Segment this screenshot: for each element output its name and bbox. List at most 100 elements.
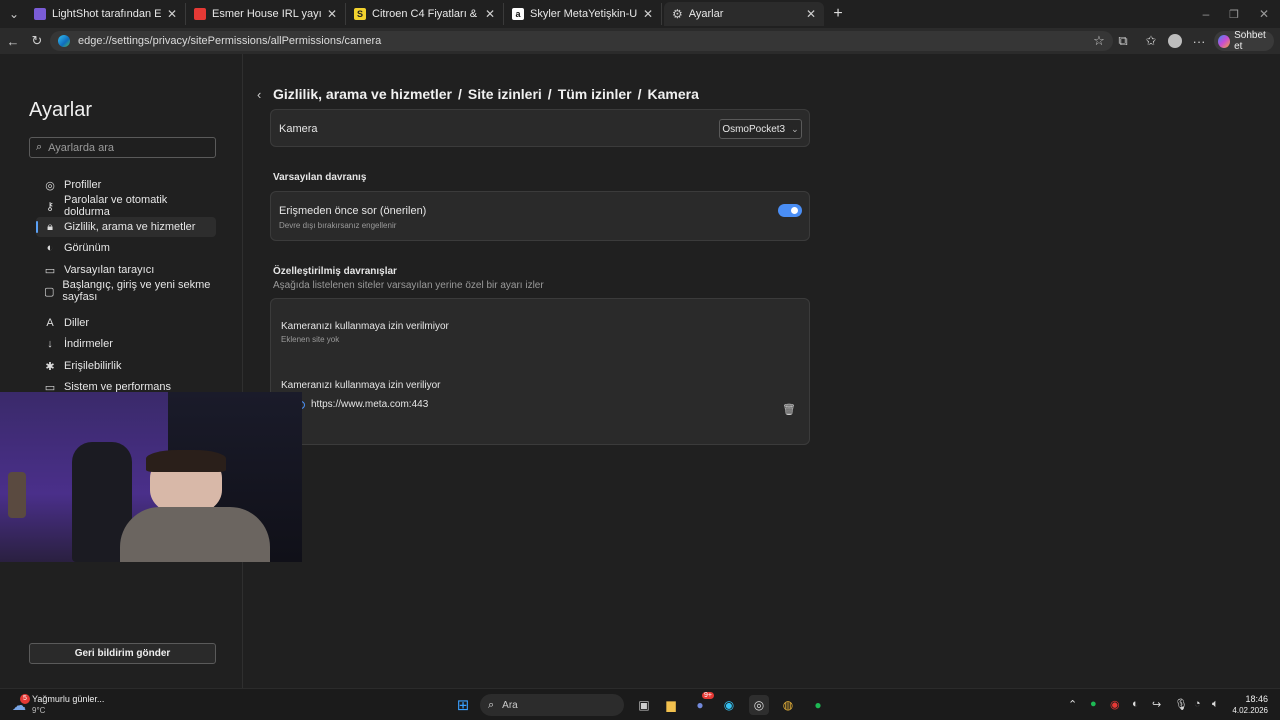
delete-trash-icon[interactable]: 🗑︎ — [782, 403, 796, 416]
browser-icon: ▭ — [44, 264, 56, 277]
tab-skyler[interactable]: a Skyler MetaYetişkin-Unisex Güneş ✕ — [504, 3, 662, 25]
close-tab-icon[interactable]: ✕ — [806, 7, 816, 21]
tab-label: Skyler MetaYetişkin-Unisex Güneş — [530, 8, 637, 20]
sidebar-item-languages[interactable]: A Diller — [36, 313, 216, 333]
tab-label: Ayarlar — [688, 8, 724, 20]
ask-before-access-label: Erişmeden önce sor (önerilen) — [279, 205, 427, 217]
tray-app-icon[interactable]: ● — [1090, 698, 1097, 710]
start-windows-icon[interactable]: ⊞ — [453, 695, 473, 715]
sidebar-item-privacy[interactable]: 🔒︎ Gizlilik, arama ve hizmetler — [36, 217, 216, 237]
close-tab-icon[interactable]: ✕ — [643, 7, 653, 21]
favorite-star-icon[interactable]: ☆ — [1090, 32, 1108, 50]
copilot-label: Sohbet et — [1234, 30, 1266, 52]
search-icon: ⌕ — [488, 698, 495, 711]
sidebar-item-downloads[interactable]: ↓ İndirmeler — [36, 334, 216, 354]
volume-icon[interactable]: 🔈︎ — [1212, 698, 1219, 711]
back-chevron-icon[interactable]: ‹ — [257, 87, 261, 102]
tray-share-icon[interactable]: ↪ — [1152, 698, 1161, 711]
settings-sidebar: Ayarlar ⌕ Ayarlarda ara ◎ Profiller ⚷ Paro… — [0, 54, 243, 688]
selected-indicator — [36, 221, 38, 233]
breadcrumb-site-permissions[interactable]: Site izinleri — [468, 86, 542, 102]
breadcrumb-separator: / — [547, 86, 552, 102]
close-tab-icon[interactable]: ✕ — [485, 7, 495, 21]
sidebar-item-profiles[interactable]: ◎ Profiller — [36, 175, 216, 195]
ask-before-access-description: Devre dışı bırakırsanız engellenir — [279, 221, 397, 230]
new-tab-plus-icon[interactable]: + — [828, 4, 848, 24]
tab-actions-chevron-icon[interactable]: ⌄ — [4, 4, 24, 24]
blocked-empty-text: Eklenen site yok — [281, 335, 340, 344]
copilot-icon — [1218, 34, 1231, 48]
camera-device-card: Kamera OsmoPocket3 ⌄ — [270, 109, 810, 147]
tray-steam-icon[interactable]: ◐ — [1132, 698, 1139, 710]
breadcrumb: Gizlilik, arama ve hizmetler / Site izin… — [273, 86, 699, 102]
clock-date: 4.02.2026 — [1232, 706, 1268, 715]
task-view-icon[interactable]: ▣ — [634, 695, 654, 715]
more-menu-icon[interactable]: ··· — [1190, 32, 1208, 50]
profile-avatar-icon[interactable] — [1166, 32, 1184, 50]
file-explorer-icon[interactable]: ▆ — [661, 695, 681, 715]
breadcrumb-separator: / — [457, 86, 462, 102]
back-arrow-icon[interactable]: ← — [4, 32, 22, 50]
url-text: edge://settings/privacy/sitePermissions/… — [78, 35, 382, 47]
sidebar-item-label: Görünüm — [64, 242, 110, 254]
minimize-icon[interactable]: – — [1196, 4, 1216, 24]
sidebar-item-label: Gizlilik, arama ve hizmetler — [64, 221, 196, 233]
discord-icon[interactable]: ● 9+ — [690, 692, 714, 715]
url-field[interactable]: edge://settings/privacy/sitePermissions/… — [50, 31, 1113, 51]
sahibinden-favicon-icon: S — [354, 8, 366, 20]
language-icon: A — [46, 317, 54, 329]
breadcrumb-all-permissions[interactable]: Tüm izinler — [558, 86, 632, 102]
amazon-favicon-icon: a — [512, 8, 524, 20]
tab-youtube[interactable]: Esmer House IRL yayın derleme - Y ✕ — [186, 3, 346, 25]
rain-cloud-icon: ☁ 5 — [12, 693, 30, 714]
weather-widget[interactable]: ☁ 5 Yağmurlu günler... 9°C — [12, 693, 104, 716]
edge-logo-icon — [58, 35, 70, 47]
tray-recording-icon[interactable]: ◉ — [1110, 698, 1120, 711]
clock[interactable]: 18:46 4.02.2026 — [1232, 693, 1268, 717]
tab-lightshot[interactable]: LightShot tarafından Ekran Görünt ✕ — [26, 3, 186, 25]
close-tab-icon[interactable]: ✕ — [167, 7, 177, 21]
sidebar-item-appearance[interactable]: ◐ Görünüm — [36, 238, 216, 258]
tab-label: Esmer House IRL yayın derleme - Y — [212, 8, 321, 20]
sidebar-item-accessibility[interactable]: ✱ Erişilebilirlik — [36, 356, 216, 376]
youtube-favicon-icon — [194, 8, 206, 20]
default-behavior-heading: Varsayılan davranış — [273, 172, 367, 183]
tab-label: Citroen C4 Fiyatları & Modelleri sa — [372, 8, 479, 20]
allowed-site-row[interactable]: https://www.meta.com:443 — [297, 399, 428, 410]
feedback-button[interactable]: Geri bildirim gönder — [29, 643, 216, 664]
sidebar-item-passwords[interactable]: ⚷ Parolalar ve otomatik doldurma — [36, 194, 216, 218]
sidebar-item-label: Parolalar ve otomatik doldurma — [63, 194, 168, 218]
tab-settings[interactable]: ⚙ Ayarlar ✕ — [664, 2, 824, 26]
spotify-icon[interactable]: ● — [808, 695, 828, 715]
microphone-icon[interactable]: 🎙︎ — [1174, 698, 1188, 711]
webcam-overlay — [0, 392, 302, 562]
settings-search-input[interactable]: ⌕ Ayarlarda ara — [29, 137, 216, 158]
camera-device-select[interactable]: OsmoPocket3 ⌄ — [719, 119, 802, 139]
obs-icon[interactable]: ◎ — [749, 695, 769, 715]
palette-icon: ◐ — [46, 242, 54, 254]
allowed-section-title: Kameranızı kullanmaya izin veriliyor — [281, 380, 441, 391]
trophy-shape — [8, 472, 26, 518]
extensions-icon[interactable]: ⧉ — [1114, 32, 1132, 50]
favorites-icon[interactable]: ✩ — [1142, 32, 1160, 50]
chrome-icon[interactable]: ◍ — [778, 695, 798, 715]
copilot-button[interactable]: Sohbet et — [1214, 30, 1274, 52]
refresh-icon[interactable]: ↻ — [28, 32, 46, 50]
close-window-icon[interactable]: ✕ — [1254, 4, 1274, 24]
sidebar-item-default-browser[interactable]: ▭ Varsayılan tarayıcı — [36, 260, 216, 280]
ask-before-access-toggle[interactable] — [778, 204, 802, 217]
sidebar-item-startup[interactable]: ▢ Başlangıç, giriş ve yeni sekme sayfası — [36, 279, 216, 303]
tab-label: LightShot tarafından Ekran Görünt — [52, 8, 161, 20]
lock-icon: 🔒︎ — [47, 220, 53, 233]
sidebar-item-label: Diller — [64, 317, 90, 329]
taskbar-search[interactable]: ⌕ Ara — [480, 694, 624, 716]
restore-icon[interactable]: ❐ — [1224, 4, 1244, 24]
edge-taskbar-icon[interactable]: ◉ — [719, 695, 739, 715]
close-tab-icon[interactable]: ✕ — [327, 7, 337, 21]
breadcrumb-privacy[interactable]: Gizlilik, arama ve hizmetler — [273, 86, 452, 102]
wifi-icon[interactable]: ◔ — [1194, 698, 1201, 710]
accessibility-icon: ✱ — [45, 360, 55, 373]
tab-citroen[interactable]: S Citroen C4 Fiyatları & Modelleri sa ✕ — [346, 3, 504, 25]
tray-chevron-up-icon[interactable]: ⌃ — [1068, 698, 1077, 711]
ask-before-access-card: Erişmeden önce sor (önerilen) Devre dışı… — [270, 191, 810, 241]
